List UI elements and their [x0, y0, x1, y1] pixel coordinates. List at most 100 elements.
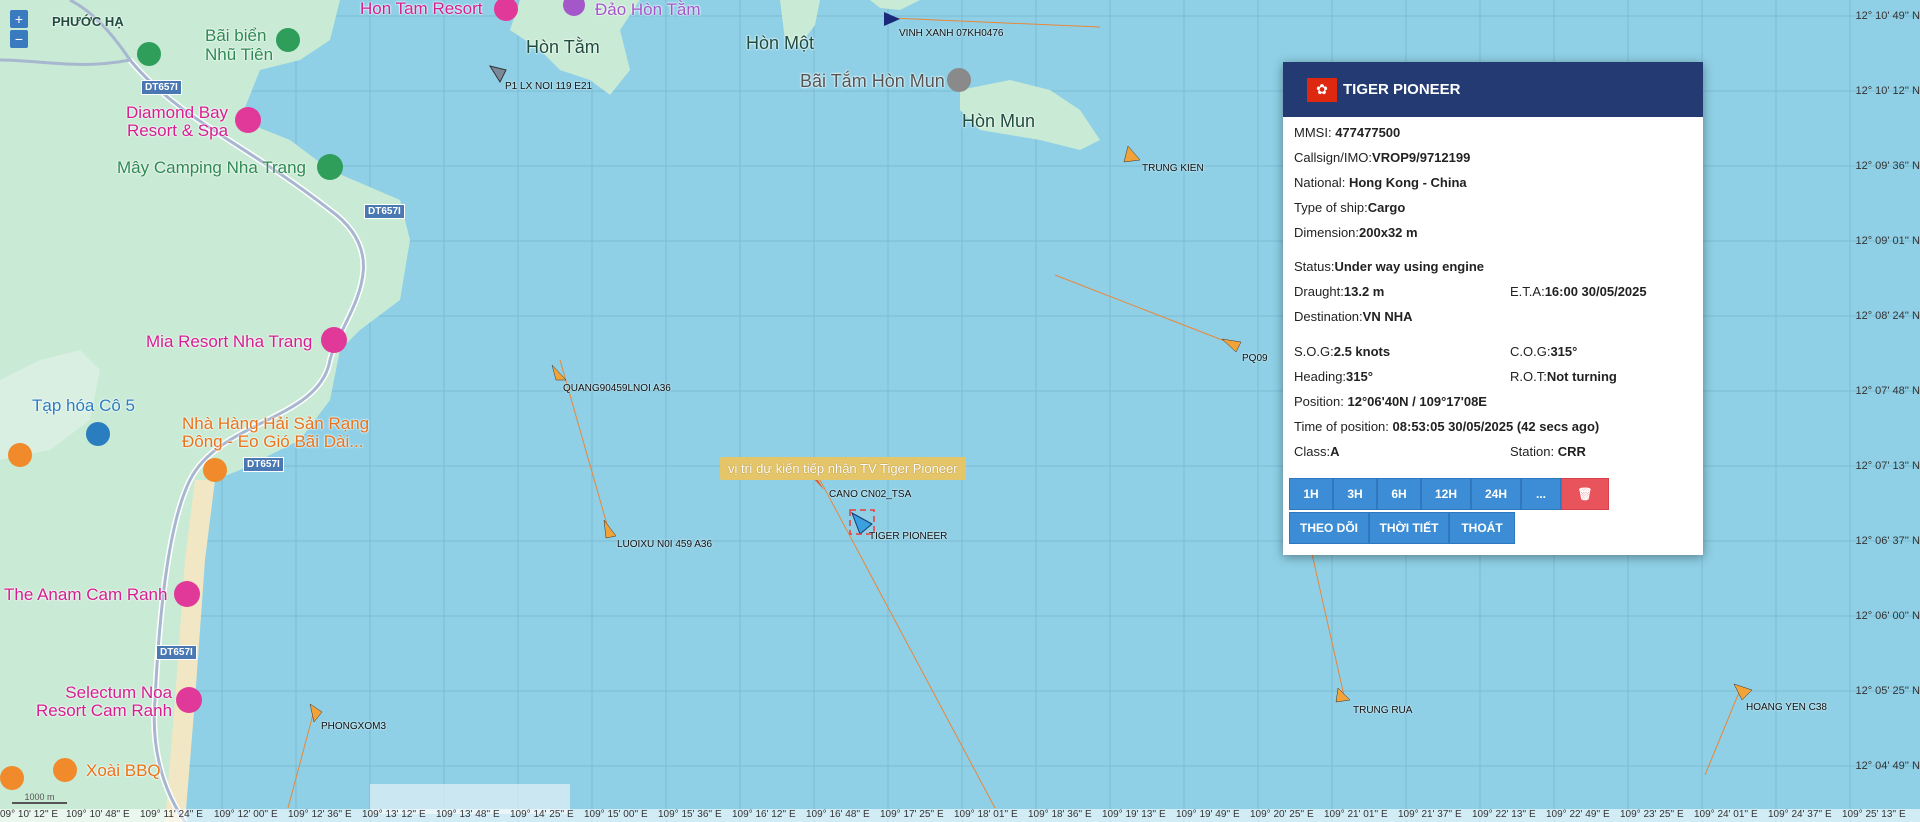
- exit-button[interactable]: THOÁT: [1449, 512, 1515, 544]
- lon-label: 109° 19' 13'' E: [1102, 809, 1166, 820]
- popup-header: ✿ TIGER PIONEER: [1283, 62, 1703, 117]
- planned-position-tooltip: vị trí dự kiến tiếp nhận TV Tiger Pionee…: [720, 457, 966, 480]
- lat-label: 12° 09' 36'' N: [1855, 160, 1920, 172]
- place-diamond-bay: Diamond Bay Resort & Spa: [126, 103, 229, 140]
- tap-hoa-pin-icon: [86, 422, 110, 446]
- lon-label: 109° 24' 01'' E: [1694, 809, 1758, 820]
- track-1h-button[interactable]: 1H: [1289, 478, 1333, 510]
- weather-button[interactable]: THỜI TIẾT: [1369, 512, 1449, 544]
- lat-label: 12° 04' 49'' N: [1855, 760, 1920, 772]
- lon-label: 109° 10' 48'' E: [66, 809, 130, 820]
- zoom-out-button[interactable]: −: [10, 30, 28, 48]
- callsign-row: Callsign/IMO:VROP9/9712199: [1294, 150, 1471, 165]
- ship-label-luoixu[interactable]: LUOIXU N0I 459 A36: [617, 539, 712, 550]
- lon-label: 109° 11' 24'' E: [140, 809, 203, 820]
- ship-label-trung-rua[interactable]: TRUNG RUA: [1353, 705, 1412, 716]
- place-may-camping: Mây Camping Nha Trang: [117, 158, 306, 177]
- bai-bien-pin2-icon: [276, 28, 300, 52]
- status-row: Status:Under way using engine: [1294, 259, 1484, 274]
- zoom-in-button[interactable]: +: [10, 10, 28, 28]
- hong-kong-flag-icon: ✿: [1307, 77, 1337, 102]
- selectum-pin-icon: [176, 687, 202, 713]
- lon-label: 09° 10' 12'' E: [0, 809, 59, 820]
- lat-label: 12° 05' 25'' N: [1855, 685, 1920, 697]
- lon-label: 109° 20' 25'' E: [1250, 809, 1314, 820]
- place-nha-hang: Nhà Hàng Hải Sản Rạng Đông - Eo Gió Bãi D…: [182, 414, 370, 451]
- lon-label: 109° 13' 48'' E: [436, 809, 500, 820]
- lon-label: 109° 21' 01'' E: [1324, 809, 1388, 820]
- mia-resort-pin-icon: [321, 327, 347, 353]
- lat-label: 12° 06' 00'' N: [1855, 610, 1920, 622]
- lon-label: 109° 13' 12'' E: [362, 809, 426, 820]
- destination-row: Destination:VN NHA: [1294, 309, 1413, 324]
- lat-label: 12° 10' 12'' N: [1855, 85, 1920, 97]
- track-3h-button[interactable]: 3H: [1333, 478, 1377, 510]
- place-phuoc-ha: PHƯỚC HẠ: [52, 14, 124, 29]
- ship-label-trung-kien[interactable]: TRUNG KIEN: [1142, 163, 1204, 174]
- bai-bien-pin-icon: [137, 42, 161, 66]
- road-label: DT657I: [243, 457, 284, 472]
- restaurant-pin3-icon: [0, 766, 24, 790]
- track-6h-button[interactable]: 6H: [1377, 478, 1421, 510]
- ship-label-quang[interactable]: QUANG90459LNOI A36: [563, 383, 671, 394]
- ship-label-phongxom[interactable]: PHONGXOM3: [321, 721, 386, 732]
- type-row: Type of ship:Cargo: [1294, 200, 1406, 215]
- ship-label-pq09[interactable]: PQ09: [1242, 353, 1268, 364]
- lon-label: 109° 16' 48'' E: [806, 809, 870, 820]
- lat-label: 12° 10' 49'' N: [1855, 10, 1920, 22]
- restaurant-pin-icon: [203, 458, 227, 482]
- road-label: DT657I: [141, 80, 182, 95]
- lon-label: 109° 25' 13'' E: [1842, 809, 1906, 820]
- position-row: Position: 12°06'40N / 109°17'08E: [1294, 394, 1487, 409]
- lon-label: 109° 14' 25'' E: [510, 809, 574, 820]
- class-row: Class:A: [1294, 444, 1340, 459]
- hon-mun-pin-icon: [947, 68, 971, 92]
- place-dao-hon-tam: Đảo Hòn Tằm: [595, 0, 701, 19]
- lon-label: 109° 24' 37'' E: [1768, 809, 1832, 820]
- ship-label-vinh-xanh[interactable]: VINH XANH 07KH0476: [899, 28, 1004, 39]
- eta-row: E.T.A:16:00 30/05/2025: [1510, 284, 1647, 299]
- lon-label: 109° 16' 12'' E: [732, 809, 796, 820]
- place-mia-resort: Mia Resort Nha Trang: [146, 332, 313, 351]
- lon-label: 109° 12' 00'' E: [214, 809, 278, 820]
- restaurant-pin2-icon: [8, 443, 32, 467]
- ship-info-popup: ✿ TIGER PIONEER MMSI: 477477500 Callsign…: [1283, 62, 1703, 555]
- track-12h-button[interactable]: 12H: [1421, 478, 1471, 510]
- follow-button[interactable]: THEO DÕI: [1289, 512, 1369, 544]
- camping-pin-icon: [317, 154, 343, 180]
- ship-label-cano[interactable]: CANO CN02_TSA: [829, 489, 911, 500]
- time-row: Time of position: 08:53:05 30/05/2025 (4…: [1294, 419, 1600, 434]
- ship-label-p1-lx[interactable]: P1 LX NOI 119 E21: [505, 81, 592, 92]
- lon-label: 109° 18' 01'' E: [954, 809, 1018, 820]
- lon-label: 109° 21' 37'' E: [1398, 809, 1462, 820]
- lon-label: 109° 18' 36'' E: [1028, 809, 1092, 820]
- place-tap-hoa: Tạp hóa Cô 5: [32, 396, 136, 415]
- trash-icon: 🗑: [1577, 487, 1593, 501]
- road-label: DT657I: [364, 204, 405, 219]
- lat-label: 12° 07' 48'' N: [1855, 385, 1920, 397]
- place-hon-tam-resort: Hon Tam Resort: [360, 0, 483, 18]
- more-track-button[interactable]: ...: [1521, 478, 1561, 510]
- diamond-bay-pin-icon: [235, 107, 261, 133]
- lon-label: 109° 17' 25'' E: [880, 809, 944, 820]
- sog-row: S.O.G:2.5 knots: [1294, 344, 1391, 359]
- map-scale: 1000 m: [12, 792, 67, 804]
- dimension-row: Dimension:200x32 m: [1294, 225, 1418, 240]
- lat-label: 12° 07' 13'' N: [1855, 460, 1920, 472]
- road-label: DT657I: [156, 645, 197, 660]
- xoai-pin-icon: [53, 758, 77, 782]
- cog-row: C.O.G:315°: [1510, 344, 1578, 359]
- delete-button[interactable]: 🗑: [1561, 478, 1609, 510]
- lon-label: 109° 15' 36'' E: [658, 809, 722, 820]
- heading-row: Heading:315°: [1294, 369, 1373, 384]
- track-24h-button[interactable]: 24H: [1471, 478, 1521, 510]
- lon-label: 109° 12' 36'' E: [288, 809, 352, 820]
- lon-label: 109° 19' 49'' E: [1176, 809, 1240, 820]
- national-row: National: Hong Kong - China: [1294, 175, 1467, 190]
- lat-label: 12° 06' 37'' N: [1855, 535, 1920, 547]
- lon-label: 109° 22' 49'' E: [1546, 809, 1610, 820]
- ship-label-tiger-pioneer[interactable]: TIGER PIONEER: [869, 531, 947, 542]
- rot-row: R.O.T:Not turning: [1510, 369, 1617, 384]
- place-hon-tam: Hòn Tằm: [526, 37, 600, 57]
- ship-label-hoang-yen[interactable]: HOANG YEN C38: [1746, 702, 1827, 713]
